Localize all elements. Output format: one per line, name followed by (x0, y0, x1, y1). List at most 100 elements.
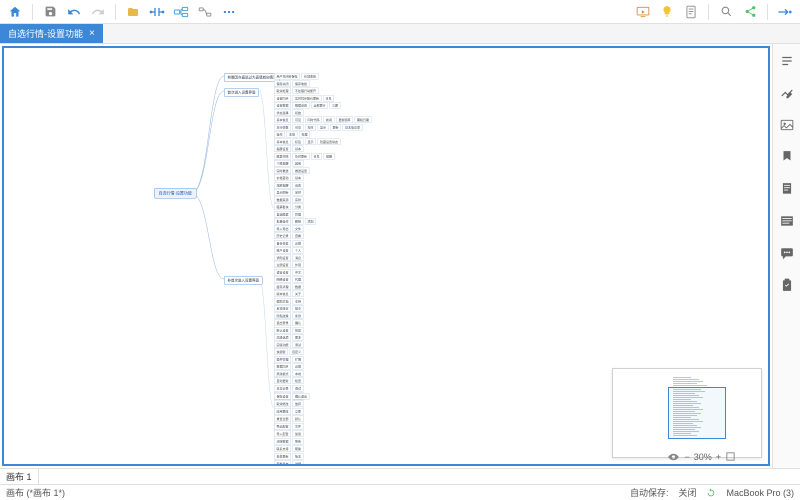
leaf-node[interactable]: 处理 (299, 131, 310, 138)
leaf-node[interactable]: 重置全部 (274, 416, 291, 423)
leaf-node[interactable]: 涨跌提醒 (274, 182, 291, 189)
leaf-node[interactable]: 插件管理 (274, 356, 291, 363)
leaf-node[interactable]: 及时更新 (293, 153, 310, 160)
leaf-node[interactable]: 自动更新 (274, 378, 291, 385)
leaf-node[interactable]: 提交 (293, 305, 304, 312)
minimap-viewport[interactable] (668, 387, 726, 439)
leaf-node[interactable]: 本地 (287, 131, 298, 138)
minimap[interactable] (612, 368, 762, 458)
leaf-node[interactable]: 基本信息 (274, 117, 291, 124)
leaf-node[interactable]: 新闻 (324, 117, 335, 124)
leaf-node[interactable]: 股票代码 (274, 153, 291, 160)
leaf-node[interactable]: 实时 (293, 196, 304, 203)
document-tab[interactable]: 自选行情-设置功能 × (0, 24, 103, 43)
leaf-node[interactable]: 导出配置 (274, 423, 291, 430)
leaf-node[interactable]: 文件 (293, 225, 304, 232)
leaf-node[interactable]: 不处理行动断开 (293, 88, 319, 95)
leaf-node[interactable]: 条款 (293, 312, 304, 319)
leaf-node[interactable]: 帮助 (293, 446, 304, 453)
leaf-node[interactable]: 测试 (293, 341, 304, 348)
leaf-node[interactable]: 反馈建议 (274, 305, 291, 312)
leaf-node[interactable]: 三期 (330, 102, 341, 109)
leaf-node[interactable]: 实验功能 (274, 341, 291, 348)
leaf-node[interactable]: 快捷键 (274, 349, 288, 356)
leaf-node[interactable]: 文件 (293, 423, 304, 430)
leaf-node[interactable]: 更多 (293, 334, 304, 341)
leaf-node[interactable]: 本行情数 (274, 124, 291, 131)
leaf-node[interactable]: 期权日期 (355, 117, 372, 124)
undo-button[interactable] (63, 2, 85, 22)
leaf-node[interactable]: 放弃 (293, 401, 304, 408)
leaf-node[interactable]: 全部更行 (311, 102, 328, 109)
leaf-node[interactable]: 消息 (293, 254, 304, 261)
root-node[interactable]: 自选行情-设置功能 (154, 188, 196, 199)
sync-icon[interactable] (706, 488, 716, 498)
leaf-node[interactable]: 详细 (293, 461, 304, 467)
leaf-node[interactable]: 隐私政策 (274, 312, 291, 319)
leaf-node[interactable]: 基本 (293, 146, 304, 153)
branch-node-2[interactable]: 首次进入设置界面 (224, 88, 259, 97)
leaf-node[interactable]: 云端 (293, 240, 304, 247)
leaf-node[interactable]: 数据同步 (274, 363, 291, 370)
leaf-node[interactable]: 自定义 (290, 349, 304, 356)
leaf-node[interactable]: 更新频率 (336, 117, 353, 124)
notes-button[interactable] (680, 2, 702, 22)
leaf-node[interactable]: 通知设置 (274, 254, 291, 261)
leaf-node[interactable]: 个人 (293, 247, 304, 254)
zoom-out-button[interactable]: − (684, 452, 689, 462)
leaf-node[interactable]: 基本信息项 (343, 124, 363, 131)
leaf-node[interactable]: 提醒 (324, 153, 335, 160)
leaf-node[interactable]: 初始 (293, 109, 304, 116)
leaf-node[interactable]: 确认退出 (293, 393, 310, 400)
zoom-in-button[interactable]: + (716, 452, 721, 462)
leaf-node[interactable]: 调试 (293, 385, 304, 392)
leaf-node[interactable]: 保存设置 (274, 393, 291, 400)
folder-button[interactable] (122, 2, 144, 22)
note-panel-button[interactable] (778, 180, 796, 198)
leaf-node[interactable]: 隐藏设置动态 (318, 138, 341, 145)
leaf-node[interactable]: 日志记录 (274, 385, 291, 392)
leaf-node[interactable]: 检查更新 (274, 453, 291, 460)
leaf-node[interactable]: 实时同步股价更新 (293, 95, 322, 102)
leaf-node[interactable]: 退出登录 (274, 320, 291, 327)
leaf-node[interactable]: 缓存清理 (274, 283, 291, 290)
home-button[interactable] (4, 2, 26, 22)
leaf-node[interactable]: 可见 (293, 124, 304, 131)
leaf-node[interactable]: 检查 (293, 378, 304, 385)
leaf-node[interactable]: 显示 (318, 124, 329, 131)
leaf-node[interactable]: 立即 (293, 408, 304, 415)
leaf-node[interactable]: 显示刷新 (274, 189, 291, 196)
leaf-node[interactable]: 长城收拾 (302, 73, 319, 80)
leaf-node[interactable]: 分类 (293, 204, 304, 211)
leaf-node[interactable]: 状态选择 (274, 109, 291, 116)
leaf-node[interactable]: 操作 (274, 131, 285, 138)
leaf-node[interactable]: 查看日志 (274, 461, 291, 467)
leaf-node[interactable]: 可见 (323, 95, 334, 102)
leaf-node[interactable]: 版本 (293, 453, 304, 460)
leaf-node[interactable]: 导入导出 (274, 225, 291, 232)
idea-button[interactable] (656, 2, 678, 22)
leaf-node[interactable]: 应用更改 (274, 408, 291, 415)
leaf-node[interactable]: 恢复 (293, 327, 304, 334)
leaf-node[interactable]: 联系支持 (274, 446, 291, 453)
leaf-node[interactable]: 语言设置 (274, 269, 291, 276)
branch-node-1[interactable]: 林徽因亦直说过大盗墙城向情况 (224, 73, 280, 82)
leaf-node[interactable]: 基本 (293, 175, 304, 182)
leaf-node[interactable]: 及时 (305, 124, 316, 131)
leaf-node[interactable]: 历史记录 (274, 233, 291, 240)
branch-node-3[interactable]: 非首次进入设置界面 (224, 276, 263, 285)
marker-panel-button[interactable] (778, 148, 796, 166)
leaf-node[interactable]: 价格变动 (274, 175, 291, 182)
leaf-node[interactable]: 警告 (293, 438, 304, 445)
leaf-node[interactable]: 更新 (330, 124, 341, 131)
leaf-node[interactable]: 显示 (305, 138, 316, 145)
present-button[interactable] (632, 2, 654, 22)
subtopic-button[interactable] (170, 2, 192, 22)
leaf-node[interactable]: 自选股票 (274, 211, 291, 218)
leaf-node[interactable]: 云端 (293, 363, 304, 370)
leaf-node[interactable]: 标签 (293, 138, 304, 145)
leaf-node[interactable]: 查看 (293, 233, 304, 240)
leaf-node[interactable]: 设置 (293, 182, 304, 189)
leaf-node[interactable]: 导入配置 (274, 431, 291, 438)
leaf-node[interactable]: 主题设置 (274, 262, 291, 269)
